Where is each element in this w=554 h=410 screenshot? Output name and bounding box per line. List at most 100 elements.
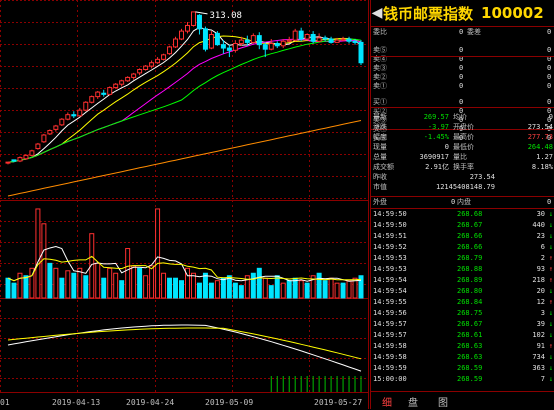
- tick-volume: 12: [536, 298, 545, 306]
- volume-bar: [35, 208, 41, 299]
- stat-label: 总量: [373, 153, 387, 161]
- tick-row: 14:59:50 268.68 30 ↓: [371, 210, 554, 219]
- quote-value: 0: [459, 46, 464, 54]
- left-arrow-icon[interactable]: ◀: [371, 5, 383, 21]
- volume-bar: [280, 282, 286, 299]
- tab-detail[interactable]: 细: [377, 394, 397, 409]
- tab-book[interactable]: 盘: [403, 394, 423, 409]
- stat-label: 现量: [373, 143, 387, 151]
- stock-name: 钱币邮票指数: [383, 4, 474, 23]
- volume-bar: [23, 275, 29, 299]
- tick-volume: 363: [532, 364, 545, 372]
- divider: [371, 208, 554, 209]
- tick-price: 268.88: [457, 265, 483, 273]
- up-arrow-icon: ↑: [548, 276, 553, 284]
- candle-body: [167, 46, 173, 55]
- stat-value-2: 8.18%: [531, 163, 553, 171]
- tick-time: 14:59:58: [373, 342, 407, 350]
- stat-row: 昨收 273.54: [371, 173, 554, 182]
- quote-value: 0: [459, 64, 464, 72]
- volume-bar: [125, 248, 131, 299]
- tick-price: 268.89: [457, 276, 483, 284]
- tick-time: 14:59:53: [373, 254, 407, 262]
- quote-value-2: 0: [547, 73, 552, 81]
- quote-label-2: 委差: [467, 28, 481, 36]
- candle-body: [65, 114, 71, 120]
- candle-body: [190, 11, 196, 26]
- quote-value-2: 0: [547, 28, 552, 36]
- tick-price: 268.66: [457, 232, 483, 240]
- candle-body: [101, 92, 107, 95]
- down-arrow-icon: ↓: [548, 375, 553, 383]
- down-arrow-icon: ↓: [548, 353, 553, 361]
- candle-body: [155, 58, 161, 64]
- tick-price: 268.59: [457, 375, 483, 383]
- quote-row: 卖③ 0 0: [371, 64, 554, 73]
- inner-value: 0: [547, 198, 552, 206]
- quote-value: 0: [459, 73, 464, 81]
- candle-body: [71, 114, 77, 117]
- quote-label: 卖②: [373, 73, 387, 81]
- tick-row: 14:59:53 268.88 93 ↑: [371, 265, 554, 274]
- up-arrow-icon: ↑: [548, 342, 553, 350]
- candle-body: [23, 154, 29, 160]
- candle-body: [340, 38, 346, 41]
- volume-bar: [155, 208, 161, 299]
- volume-bar: [101, 277, 107, 299]
- quote-row: 卖① 0 0: [371, 82, 554, 91]
- tick-time: 14:59:59: [373, 364, 407, 372]
- candle-body: [286, 39, 292, 42]
- volume-bar: [137, 267, 143, 299]
- tick-volume: 20: [536, 287, 545, 295]
- tick-row: 15:00:00 268.59 7 ↓: [371, 375, 554, 384]
- stat-label-2: 均价: [453, 113, 467, 121]
- candle-body: [298, 30, 304, 40]
- stat-value: 273.54: [469, 173, 495, 181]
- volume-bar: [47, 262, 53, 299]
- stat-row: 幅度 -1.45% 最高价 277.73: [371, 133, 554, 142]
- candle-body: [185, 24, 190, 32]
- volume-bar: [334, 282, 340, 299]
- candle-body: [119, 80, 125, 85]
- volume-bar: [107, 267, 113, 299]
- tick-row: 14:59:54 268.89 218 ↑: [371, 276, 554, 285]
- volume-bar: [196, 282, 202, 299]
- tick-time: 14:59:53: [373, 265, 407, 273]
- stat-label: 市值: [373, 183, 387, 191]
- tick-time: 14:59:55: [373, 298, 407, 306]
- tick-time: 14:59:50: [373, 210, 407, 218]
- volume-bar: [131, 265, 137, 299]
- tab-chart[interactable]: 图: [433, 394, 453, 409]
- quote-row: 买① 0 0: [371, 98, 554, 107]
- volume-bar: [53, 267, 59, 299]
- candle-body: [95, 91, 101, 98]
- inner-label: 内盘: [457, 198, 471, 206]
- tick-volume: 7: [540, 375, 545, 383]
- candle-body: [352, 40, 358, 43]
- outer-inner-row: 外盘 0 内盘 0: [371, 198, 554, 207]
- stat-row: 市值 12145408148.79: [371, 183, 554, 192]
- candle-body: [125, 76, 131, 82]
- tick-row: 14:59:56 268.75 3 ↓: [371, 309, 554, 318]
- volume-bar: [202, 272, 208, 299]
- tick-price: 268.80: [457, 287, 483, 295]
- tick-volume: 23: [536, 232, 545, 240]
- candle-body: [53, 125, 59, 130]
- tick-row: 14:59:53 268.79 2 ↑: [371, 254, 554, 263]
- date-label: 01: [0, 398, 10, 407]
- divider: [371, 107, 554, 108]
- tick-price: 268.59: [457, 364, 483, 372]
- tick-volume: 93: [536, 265, 545, 273]
- quote-value-2: 0: [547, 46, 552, 54]
- tick-volume: 39: [536, 320, 545, 328]
- quote-label: 委比: [373, 28, 387, 36]
- stat-label-2: 量比: [453, 153, 467, 161]
- tick-price: 268.67: [457, 320, 483, 328]
- up-arrow-icon: ↑: [548, 265, 553, 273]
- stat-value: 2.91亿: [425, 163, 449, 171]
- volume-bar: [328, 277, 334, 299]
- candle-body: [232, 43, 238, 51]
- candle-body: [107, 87, 113, 95]
- kline-chart[interactable]: 313.08 01 2019-04-13 2019-04-24 2019-05-09 20…: [0, 0, 369, 409]
- candle-body: [268, 43, 274, 50]
